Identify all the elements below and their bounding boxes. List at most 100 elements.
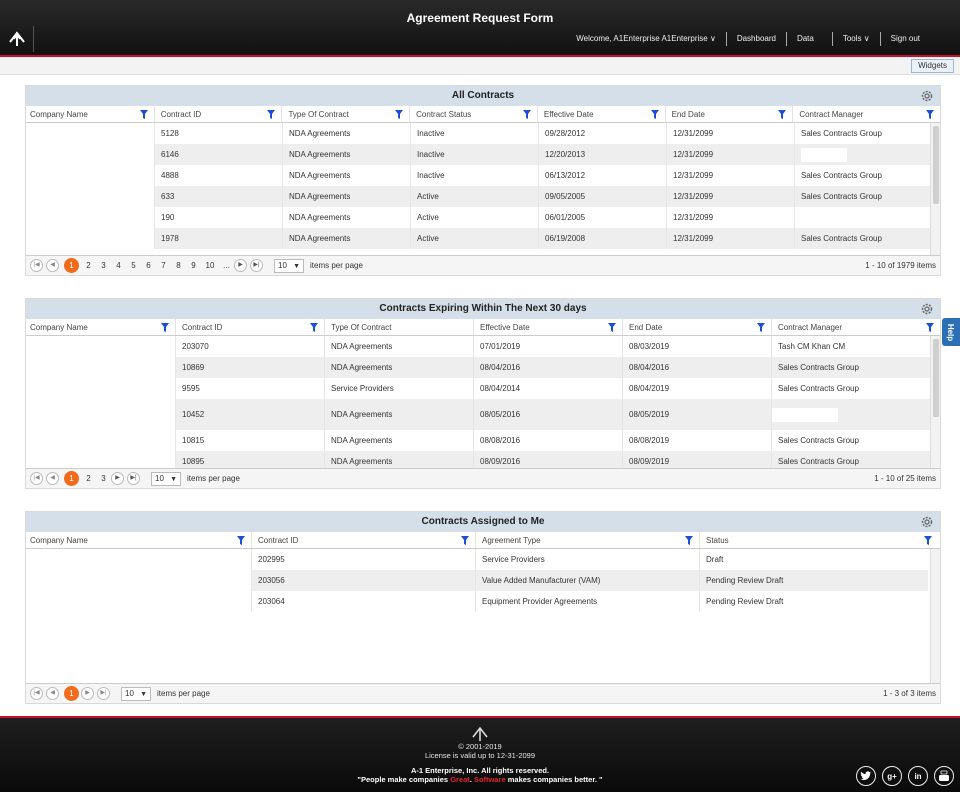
- vertical-scrollbar[interactable]: [930, 123, 940, 255]
- prev-page-icon[interactable]: ◀: [46, 259, 59, 272]
- column-header-contract-status[interactable]: Contract Status: [409, 106, 537, 122]
- table-row[interactable]: 4888 NDA Agreements Inactive 06/13/2012 …: [26, 165, 940, 186]
- gear-icon[interactable]: [920, 302, 934, 316]
- cell-manager: [794, 207, 932, 228]
- first-page-icon[interactable]: |◀: [30, 259, 43, 272]
- prev-page-icon[interactable]: ◀: [46, 687, 59, 700]
- page-link[interactable]: 10: [201, 261, 219, 270]
- table-row[interactable]: 633 NDA Agreements Active 09/05/2005 12/…: [26, 186, 940, 207]
- page-link[interactable]: 1: [64, 471, 79, 486]
- filter-icon[interactable]: [924, 536, 932, 545]
- table-row[interactable]: 1978 NDA Agreements Active 06/19/2008 12…: [26, 228, 940, 249]
- page-link[interactable]: 3: [96, 474, 111, 483]
- filter-icon[interactable]: [685, 536, 693, 545]
- filter-icon[interactable]: [139, 110, 148, 119]
- column-header-company-name[interactable]: Company Name: [26, 532, 251, 548]
- page-size-select[interactable]: 10 ▼: [121, 686, 151, 701]
- filter-icon[interactable]: [757, 323, 765, 332]
- column-header-agreement-type[interactable]: Agreement Type: [475, 532, 699, 548]
- page-link[interactable]: 3: [96, 261, 111, 270]
- column-header-type-of-contract[interactable]: Type Of Contract: [281, 106, 409, 122]
- first-page-icon[interactable]: |◀: [30, 687, 43, 700]
- column-header-contract-manager[interactable]: Contract Manager: [771, 319, 940, 335]
- page-link[interactable]: 4: [111, 261, 126, 270]
- youtube-icon[interactable]: [934, 766, 954, 786]
- scrollbar-thumb[interactable]: [933, 339, 939, 417]
- linkedin-icon[interactable]: in: [908, 766, 928, 786]
- column-header-contract-id[interactable]: Contract ID: [251, 532, 475, 548]
- filter-icon[interactable]: [925, 110, 934, 119]
- column-header-contract-manager[interactable]: Contract Manager: [792, 106, 940, 122]
- filter-icon[interactable]: [926, 323, 934, 332]
- filter-icon[interactable]: [310, 323, 318, 332]
- table-row[interactable]: 6146 NDA Agreements Inactive 12/20/2013 …: [26, 144, 940, 165]
- widgets-button[interactable]: Widgets: [911, 59, 954, 73]
- column-header-status[interactable]: Status: [699, 532, 938, 548]
- page-link[interactable]: 6: [141, 261, 156, 270]
- first-page-icon[interactable]: |◀: [30, 472, 43, 485]
- table-row[interactable]: 190 NDA Agreements Active 06/01/2005 12/…: [26, 207, 940, 228]
- column-header-end-date[interactable]: End Date: [664, 106, 793, 122]
- table-row[interactable]: 10815 NDA Agreements 08/08/2016 08/08/20…: [26, 430, 940, 451]
- footer-accent-line: [0, 716, 960, 718]
- page-link[interactable]: 5: [126, 261, 141, 270]
- table-row[interactable]: 10895 NDA Agreements 08/09/2016 08/09/20…: [26, 451, 940, 468]
- table-row[interactable]: 10452 NDA Agreements 08/05/2016 08/05/20…: [26, 399, 940, 430]
- table-row[interactable]: 10869 NDA Agreements 08/04/2016 08/04/20…: [26, 357, 940, 378]
- page-size-select[interactable]: 10 ▼: [151, 471, 181, 486]
- column-header-contract-id[interactable]: Contract ID: [175, 319, 324, 335]
- column-header-effective-date[interactable]: Effective Date: [473, 319, 622, 335]
- page-link[interactable]: 2: [81, 474, 96, 483]
- scrollbar-thumb[interactable]: [933, 126, 939, 204]
- filter-icon[interactable]: [237, 536, 245, 545]
- column-header-contract-id[interactable]: Contract ID: [153, 106, 282, 122]
- table-row[interactable]: 202995 Service Providers Draft: [26, 549, 940, 570]
- google-plus-icon[interactable]: g+: [882, 766, 902, 786]
- twitter-icon[interactable]: [856, 766, 876, 786]
- prev-page-icon[interactable]: ◀: [46, 472, 59, 485]
- filter-icon[interactable]: [522, 110, 531, 119]
- table-row[interactable]: 5128 NDA Agreements Inactive 09/28/2012 …: [26, 123, 940, 144]
- gear-icon[interactable]: [920, 515, 934, 529]
- column-header-company-name[interactable]: Company Name: [26, 319, 175, 335]
- filter-icon[interactable]: [161, 323, 169, 332]
- table-row[interactable]: 203070 NDA Agreements 07/01/2019 08/03/2…: [26, 336, 940, 357]
- nav-dashboard[interactable]: Dashboard: [725, 32, 786, 46]
- welcome-menu[interactable]: Welcome, A1Enterprise A1Enterprise ∨: [566, 32, 726, 46]
- table-row[interactable]: 9595 Service Providers 08/04/2014 08/04/…: [26, 378, 940, 399]
- help-tab[interactable]: Help: [942, 318, 960, 346]
- page-link-more[interactable]: ...: [219, 261, 234, 270]
- last-page-icon[interactable]: ▶|: [127, 472, 140, 485]
- page-link[interactable]: 7: [156, 261, 171, 270]
- column-header-end-date[interactable]: End Date: [622, 319, 771, 335]
- page-link[interactable]: 8: [171, 261, 186, 270]
- vertical-scrollbar[interactable]: [930, 549, 940, 683]
- column-header-effective-date[interactable]: Effective Date: [536, 106, 665, 122]
- home-logo-icon[interactable]: [0, 26, 34, 52]
- page-link[interactable]: 2: [81, 261, 96, 270]
- page-link[interactable]: 1: [64, 686, 79, 701]
- gear-icon[interactable]: [920, 89, 934, 103]
- filter-icon[interactable]: [650, 110, 659, 119]
- next-page-icon[interactable]: ▶: [234, 259, 247, 272]
- next-page-icon[interactable]: ▶: [81, 687, 94, 700]
- column-header-type-of-contract[interactable]: Type Of Contract: [324, 319, 473, 335]
- filter-icon[interactable]: [778, 110, 787, 119]
- vertical-scrollbar[interactable]: [930, 336, 940, 468]
- next-page-icon[interactable]: ▶: [111, 472, 124, 485]
- table-row[interactable]: 203064 Equipment Provider Agreements Pen…: [26, 591, 940, 612]
- filter-icon[interactable]: [461, 536, 469, 545]
- nav-signout[interactable]: Sign out: [879, 32, 930, 46]
- filter-icon[interactable]: [395, 110, 404, 119]
- nav-tools[interactable]: Tools ∨: [831, 32, 880, 46]
- table-row[interactable]: 203056 Value Added Manufacturer (VAM) Pe…: [26, 570, 940, 591]
- filter-icon[interactable]: [608, 323, 616, 332]
- last-page-icon[interactable]: ▶|: [97, 687, 110, 700]
- filter-icon[interactable]: [267, 110, 276, 119]
- page-link[interactable]: 9: [186, 261, 201, 270]
- last-page-icon[interactable]: ▶|: [250, 259, 263, 272]
- page-size-select[interactable]: 10 ▼: [274, 258, 304, 273]
- nav-data[interactable]: Data: [785, 32, 832, 46]
- column-header-company-name[interactable]: Company Name: [26, 106, 154, 122]
- page-link[interactable]: 1: [64, 258, 79, 273]
